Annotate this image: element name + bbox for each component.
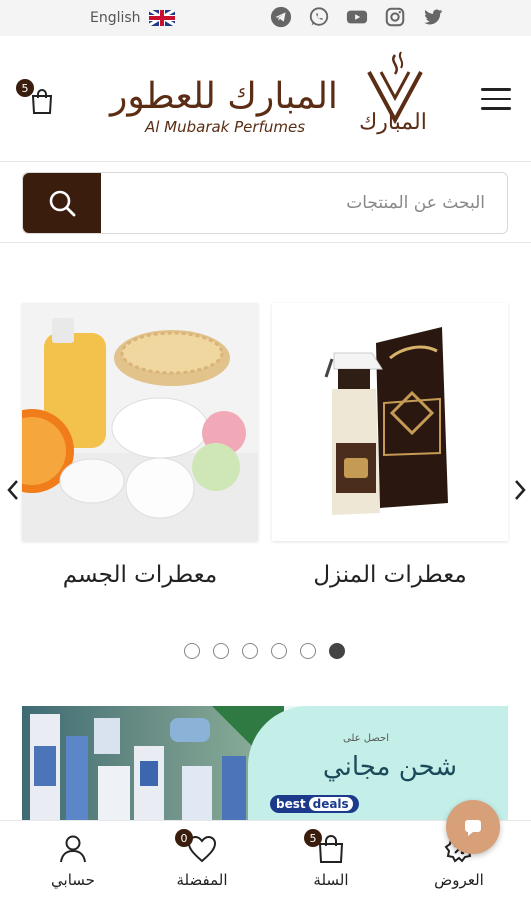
instagram-icon[interactable] <box>383 5 407 29</box>
nav-offers-label: العروض <box>434 871 484 889</box>
carousel-dot[interactable] <box>213 643 229 659</box>
brand-english-name: Al Mubarak Perfumes <box>144 118 306 136</box>
nav-account-label: حسابي <box>51 871 95 889</box>
hamburger-menu-icon[interactable] <box>481 88 511 112</box>
best-deals-logo-text-1: best <box>276 797 306 811</box>
brand-arabic-name: المبارك للعطور <box>110 76 338 117</box>
top-bar: English <box>0 0 531 36</box>
search-icon <box>49 190 76 217</box>
carousel-dot[interactable] <box>184 643 200 659</box>
site-header: 5 المبارك للعطور Al Mubarak Perfumes الم… <box>0 36 531 162</box>
nav-cart-label: السلة <box>313 871 349 889</box>
twitter-icon[interactable] <box>421 5 445 29</box>
category-title-home-fresheners[interactable]: معطرات المنزل <box>272 562 508 588</box>
language-label: English <box>90 10 141 26</box>
user-icon <box>60 835 86 863</box>
banner-headline: شحن مجاني <box>322 752 458 782</box>
banner-small-text: احصل على <box>343 733 389 744</box>
header-divider <box>0 242 531 243</box>
carousel-prev-arrow-icon[interactable] <box>4 478 22 502</box>
logo-arabic-name: المبارك <box>359 110 427 135</box>
home-fresheners-image <box>272 303 508 541</box>
body-fresheners-image <box>22 303 258 541</box>
best-deals-logo: best deals <box>270 795 359 813</box>
carousel-dot-active[interactable] <box>329 643 345 659</box>
best-deals-logo-text-2: deals <box>308 797 353 811</box>
language-switcher[interactable]: English <box>90 7 175 29</box>
chat-button[interactable] <box>446 800 500 854</box>
nav-cart-count-badge: 5 <box>304 829 322 847</box>
category-title-body-fresheners[interactable]: معطرات الجسم <box>22 562 258 588</box>
category-card-home-fresheners[interactable] <box>272 303 508 541</box>
favorites-count-badge: 0 <box>175 829 193 847</box>
carousel-pagination <box>184 643 345 659</box>
carousel-next-arrow-icon[interactable] <box>511 478 529 502</box>
whatsapp-icon[interactable] <box>307 5 331 29</box>
search-input[interactable] <box>101 173 507 233</box>
telegram-icon[interactable] <box>269 5 293 29</box>
app-page: English 5 المبارك للعطور Al Mubarak Perf… <box>0 0 531 900</box>
banner-products-image <box>22 706 284 821</box>
youtube-icon[interactable] <box>345 5 369 29</box>
search-bar <box>22 172 508 234</box>
search-button[interactable] <box>23 173 101 233</box>
chat-icon <box>465 820 481 836</box>
carousel-dot[interactable] <box>300 643 316 659</box>
nav-account[interactable]: حسابي <box>28 833 118 889</box>
carousel-dot[interactable] <box>242 643 258 659</box>
nav-cart[interactable]: 5 السلة <box>286 829 376 889</box>
cart-count-badge: 5 <box>16 79 34 97</box>
category-card-body-fresheners[interactable] <box>22 303 258 541</box>
social-links <box>269 5 445 29</box>
carousel-dot[interactable] <box>271 643 287 659</box>
nav-favorites[interactable]: 0 المفضلة <box>157 829 247 889</box>
uk-flag-icon <box>148 10 175 26</box>
nav-favorites-label: المفضلة <box>176 871 228 889</box>
header-cart-button[interactable]: 5 <box>16 79 58 117</box>
